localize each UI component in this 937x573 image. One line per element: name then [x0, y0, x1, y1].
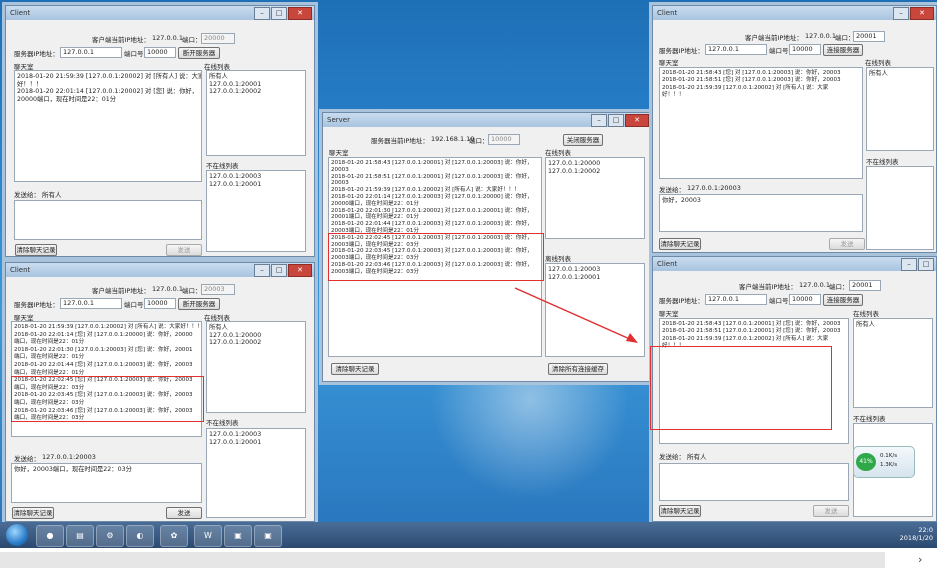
taskbar-window-icon[interactable]: ▣: [224, 525, 252, 547]
taskbar-explorer-icon[interactable]: ▤: [66, 525, 94, 547]
taskbar: ● ▤ ⚙ ◐ ✿ W ▣ ▣ 22:0 2018/1/20: [0, 522, 937, 548]
taskbar-app-icon[interactable]: ⚙: [96, 525, 124, 547]
taskbar-window-icon[interactable]: ▣: [254, 525, 282, 547]
annotation-arrow: [514, 287, 638, 343]
arrow-line: [514, 287, 633, 341]
arrow-head: [626, 333, 638, 343]
taskbar-chrome-icon[interactable]: ●: [36, 525, 64, 547]
horizontal-scrollbar[interactable]: [0, 552, 885, 568]
chevron-right-icon[interactable]: ›: [918, 553, 922, 566]
system-tray[interactable]: 22:0 2018/1/20: [900, 526, 933, 542]
start-button[interactable]: [6, 524, 28, 546]
tray-date: 2018/1/20: [899, 534, 933, 542]
taskbar-app-icon[interactable]: ✿: [160, 525, 188, 547]
tray-time: 22:0: [918, 526, 933, 534]
taskbar-word-icon[interactable]: W: [194, 525, 222, 547]
taskbar-app-icon[interactable]: ◐: [126, 525, 154, 547]
desktop: Client – □ ✕ 客户端当前IP地址： 127.0.0.1 端口： 2000…: [0, 0, 937, 522]
